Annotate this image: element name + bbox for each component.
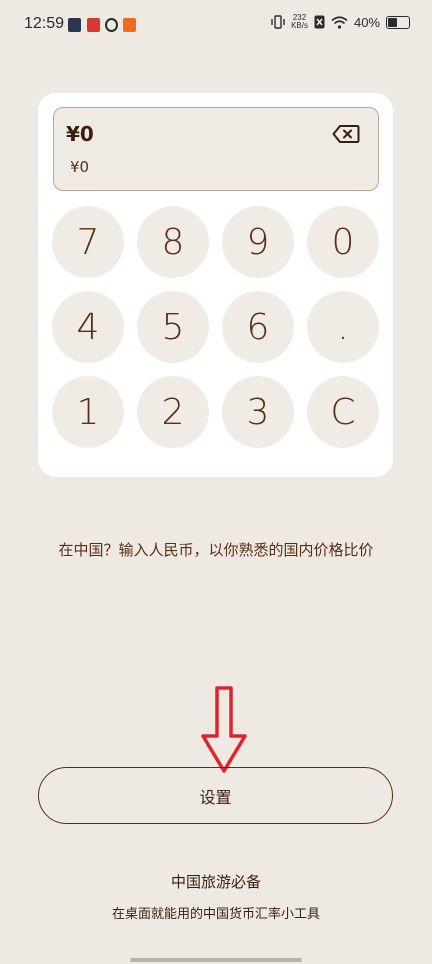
secondary-amount: ¥0 (70, 158, 90, 176)
keypad-key-clear[interactable]: C (307, 376, 379, 448)
battery-percent: 40% (353, 14, 380, 30)
keypad-key-decimal[interactable]: . (307, 291, 379, 363)
footer-title: 中国旅游必备 (170, 873, 261, 891)
status-time: 12:59 (24, 15, 65, 32)
home-indicator[interactable] (130, 958, 302, 962)
app-notification-icon (87, 18, 100, 32)
wifi-icon (331, 15, 348, 29)
network-speed: 232 KB/s (291, 13, 308, 30)
hint-text: 在中国？输入人民币，以你熟悉的国内价格比价 (58, 541, 374, 559)
primary-amount: ¥0 (66, 122, 94, 146)
annotation-arrow-icon (201, 686, 247, 773)
battery-icon (386, 15, 410, 29)
status-right-group: 232 KB/s 40% (271, 14, 410, 30)
vibrate-icon (271, 15, 285, 29)
keypad-key-4[interactable]: 4 (52, 291, 124, 363)
amount-display: ¥0 ¥0 (53, 107, 379, 191)
keypad-key-5[interactable]: 5 (137, 291, 209, 363)
keypad-key-3[interactable]: 3 (222, 376, 294, 448)
keypad-key-2[interactable]: 2 (137, 376, 209, 448)
status-bar: 12:59 232 KB/s 40% (0, 0, 432, 50)
converter-card: ¥0 ¥0 7 8 9 0 4 5 6 . 1 2 3 C (38, 93, 393, 477)
app-notification-icon (123, 18, 136, 32)
footer-subtitle: 在桌面就能用的中国货币汇率小工具 (111, 907, 320, 922)
keypad-key-1[interactable]: 1 (52, 376, 124, 448)
keypad-key-9[interactable]: 9 (222, 206, 294, 278)
keypad-key-6[interactable]: 6 (222, 291, 294, 363)
app-notification-icon (105, 18, 118, 32)
app-notification-icon (68, 18, 81, 32)
sim-icon (314, 15, 325, 29)
backspace-icon[interactable] (332, 124, 360, 144)
settings-button[interactable]: 设置 (38, 767, 393, 824)
keypad-key-7[interactable]: 7 (52, 206, 124, 278)
keypad-key-8[interactable]: 8 (137, 206, 209, 278)
keypad-key-0[interactable]: 0 (307, 206, 379, 278)
